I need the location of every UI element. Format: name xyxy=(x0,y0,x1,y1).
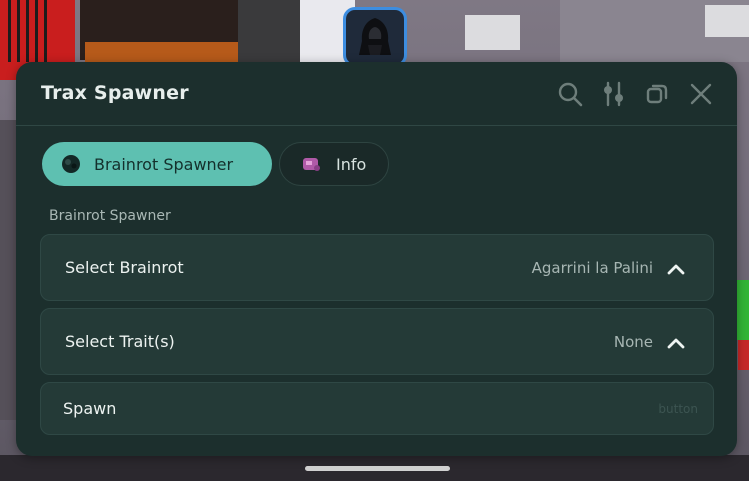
copy-icon[interactable] xyxy=(643,80,671,108)
brainrot-icon xyxy=(60,153,82,175)
hooded-figure-icon xyxy=(359,18,391,55)
chevron-up-icon xyxy=(667,264,685,275)
select-brainrot-dropdown[interactable]: Select Brainrot Agarrini la Palini xyxy=(40,234,714,301)
window-title: Trax Spawner xyxy=(41,82,189,104)
dropdown-label: Select Brainrot xyxy=(65,258,184,277)
background-grey-block xyxy=(238,0,303,62)
title-divider xyxy=(16,125,737,126)
dropdown-value: Agarrini la Palini xyxy=(531,259,653,277)
spawner-window: Trax Spawner Brainrot Spawner Info Brain… xyxy=(16,62,737,456)
tab-label: Info xyxy=(336,154,367,174)
dropdown-value: None xyxy=(613,333,653,351)
info-image-icon xyxy=(300,153,322,175)
section-heading: Brainrot Spawner xyxy=(49,208,171,224)
background-red-edge xyxy=(738,340,749,370)
home-indicator[interactable] xyxy=(305,466,450,471)
background-tower-stripes xyxy=(8,0,48,62)
background-orange-trim xyxy=(85,42,250,64)
background-green-edge xyxy=(735,280,749,340)
background-light-block xyxy=(465,15,520,50)
search-icon[interactable] xyxy=(556,80,584,108)
background-light-block-right xyxy=(705,5,749,37)
tab-brainrot-spawner[interactable]: Brainrot Spawner xyxy=(42,142,272,186)
player-avatar[interactable] xyxy=(343,7,407,67)
chevron-up-icon xyxy=(667,338,685,349)
tab-info[interactable]: Info xyxy=(279,142,389,186)
sliders-icon[interactable] xyxy=(599,80,627,108)
button-label: Spawn xyxy=(63,399,117,418)
button-type-hint: button xyxy=(658,402,698,416)
select-traits-dropdown[interactable]: Select Trait(s) None xyxy=(40,308,714,375)
tab-label: Brainrot Spawner xyxy=(94,154,234,174)
spawn-button[interactable]: Spawn button xyxy=(40,382,714,435)
title-bar[interactable]: Trax Spawner xyxy=(16,62,737,126)
background-left-strip xyxy=(0,120,16,420)
close-icon[interactable] xyxy=(687,80,715,108)
dropdown-label: Select Trait(s) xyxy=(65,332,175,351)
